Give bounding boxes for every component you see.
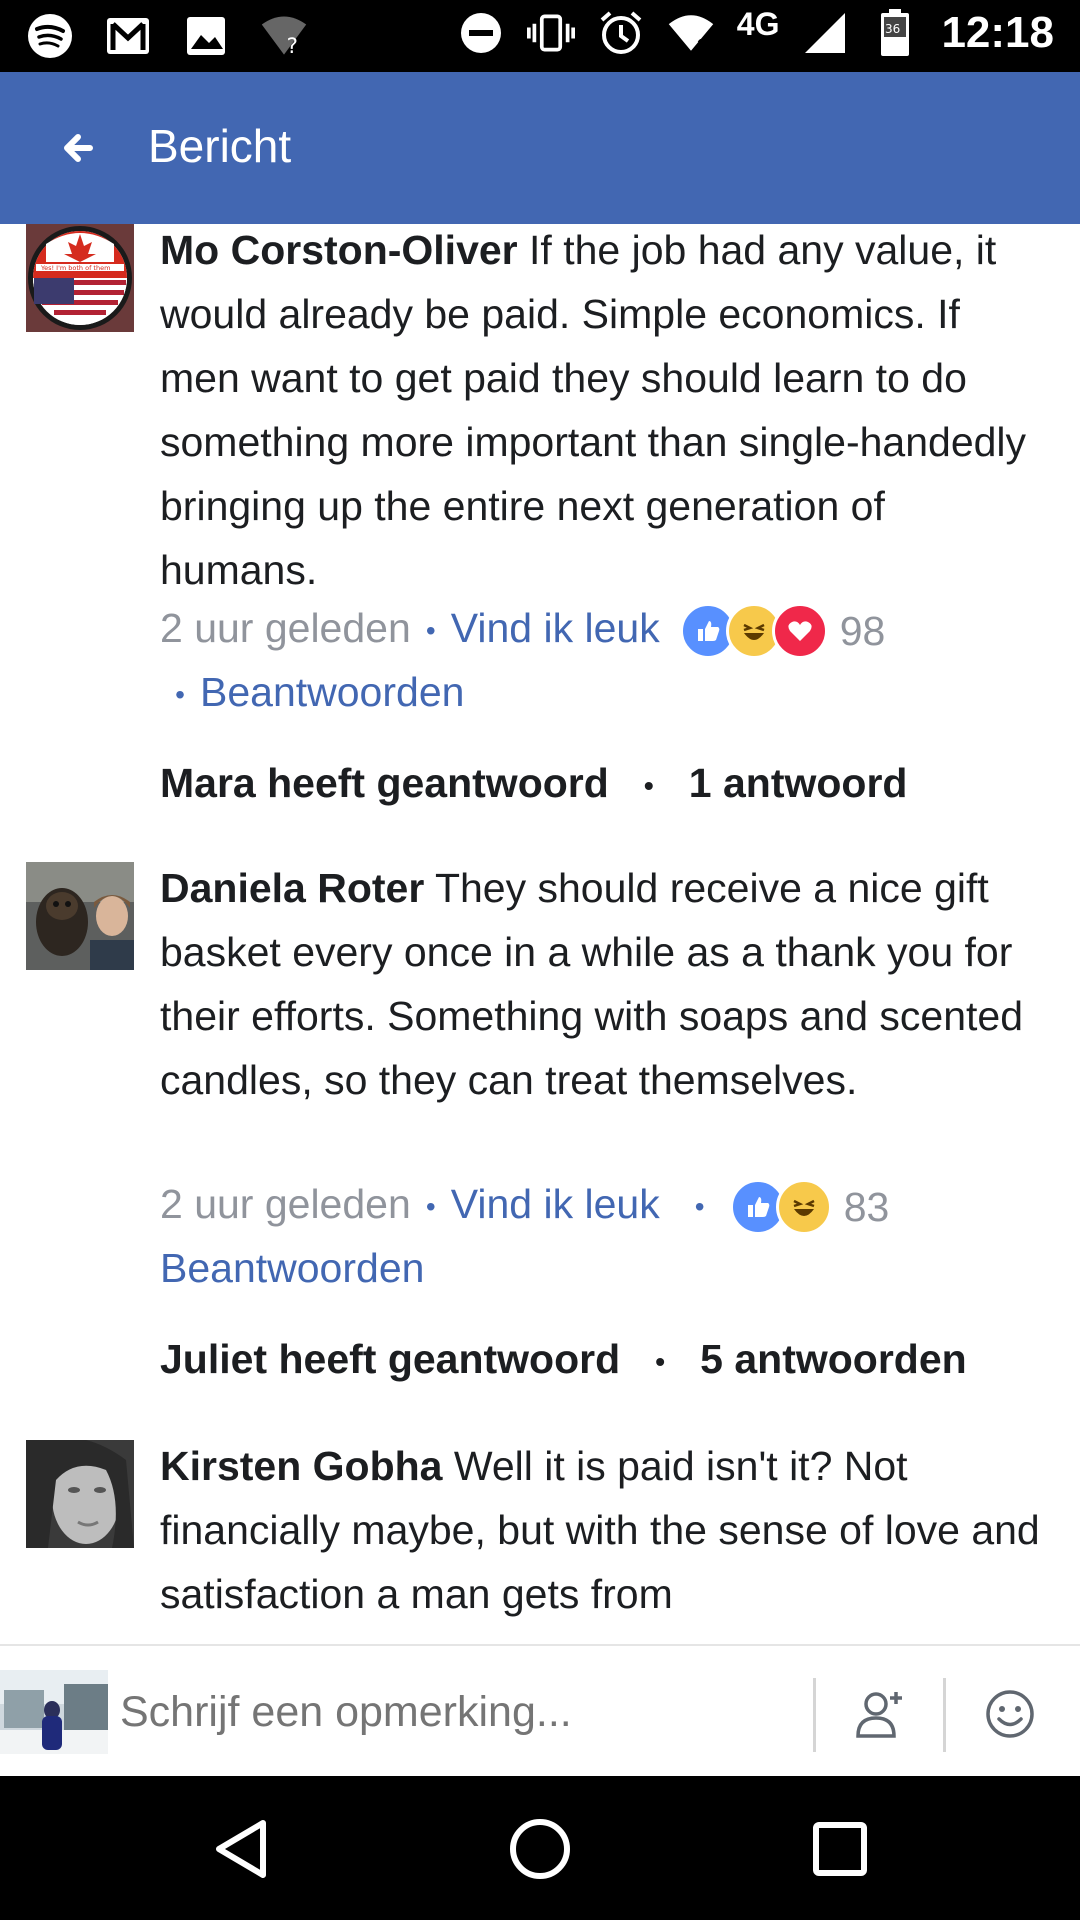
status-bar: ? 4G 36 12:18 [0,0,1080,72]
view-replies-link[interactable]: Mara heeft geantwoord • 1 antwoord [160,760,907,807]
comment-actions-row2: Beantwoorden [160,1236,1060,1300]
reaction-count: 83 [843,1184,890,1231]
spotify-icon [26,12,74,60]
page-title: Bericht [148,120,292,172]
separator-dot: • [655,1346,666,1378]
comment-actions: 2 uur geleden • Vind ik leuk • 83 [160,1172,1060,1239]
alarm-icon [597,9,645,57]
separator-dot: • [425,615,436,647]
comment-timestamp: 2 uur geleden [160,605,411,651]
back-nav-icon[interactable] [206,1814,276,1884]
comment-actions-row2: • Beantwoorden [160,660,1060,727]
separator-dot: • [425,1191,436,1223]
avatar[interactable] [26,1440,134,1548]
comment-input[interactable] [120,1682,800,1742]
do-not-disturb-icon [457,9,505,57]
comment-timestamp: 2 uur geleden [160,1181,411,1227]
reactions-summary[interactable]: 83 [729,1175,890,1239]
app-bar: Bericht [0,72,1080,224]
signal-icon [801,9,849,57]
back-arrow-icon[interactable] [50,118,110,178]
separator-dot: • [694,1191,705,1223]
recents-nav-icon[interactable] [805,1814,875,1884]
divider [813,1678,816,1752]
avatar[interactable]: Yes! I'm both of them [26,224,134,332]
comment-actions: 2 uur geleden • Vind ik leuk 98 [160,596,1060,663]
reaction-count: 98 [839,608,886,655]
comment-composer [0,1644,1080,1778]
comments-feed[interactable]: Yes! I'm both of them Mo Corston-Oliver … [0,224,1080,1644]
haha-reaction-icon [775,1179,832,1236]
network-type: 4G [736,5,780,42]
replies-count: 5 antwoorden [700,1336,967,1382]
like-button[interactable]: Vind ik leuk [451,1181,660,1227]
reactions-summary[interactable]: 98 [679,599,886,663]
gmail-icon [104,12,152,60]
avatar-badge-text: Yes! I'm both of them [40,264,110,272]
wifi-icon [667,9,715,57]
home-nav-icon[interactable] [505,1814,575,1884]
comment-author[interactable]: Daniela Roter [160,865,424,911]
avatar[interactable] [26,862,134,970]
reply-button[interactable]: Beantwoorden [160,1245,424,1291]
replied-by: Mara heeft geantwoord [160,760,609,806]
avatar [0,1670,108,1754]
battery-level: 36 [885,22,900,36]
image-icon [182,12,230,60]
separator-dot: • [643,770,654,802]
emoji-icon[interactable] [978,1682,1042,1746]
vibrate-icon [526,9,575,57]
system-nav-bar [0,1776,1080,1920]
reply-button[interactable]: Beantwoorden [200,669,464,715]
comment-body: Daniela Roter They should receive a nice… [160,856,1050,1112]
comment-body: Mo Corston-Oliver If the job had any val… [160,224,1050,602]
view-replies-link[interactable]: Juliet heeft geantwoord • 5 antwoorden [160,1336,967,1383]
love-reaction-icon [771,603,828,660]
tag-friend-icon[interactable] [848,1682,912,1746]
replies-count: 1 antwoord [688,760,908,806]
svg-text:?: ? [287,34,298,59]
like-button[interactable]: Vind ik leuk [451,605,660,651]
comment-author[interactable]: Mo Corston-Oliver [160,227,518,273]
separator-dot: • [175,679,185,711]
battery-icon: 36 [871,9,919,57]
comment-author[interactable]: Kirsten Gobha [160,1443,442,1489]
clock: 12:18 [941,8,1054,57]
replied-by: Juliet heeft geantwoord [160,1336,621,1382]
comment-text: If the job had any value, it would alrea… [160,227,1027,593]
comment-body: Kirsten Gobha Well it is paid isn't it? … [160,1434,1050,1626]
wifi-unknown-icon: ? [260,12,308,60]
divider [943,1678,946,1752]
